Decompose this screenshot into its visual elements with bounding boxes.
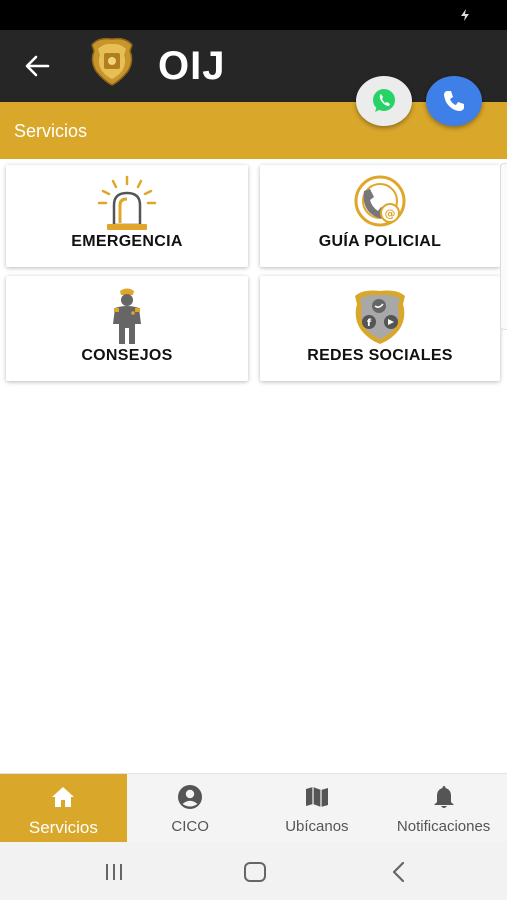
back-button[interactable] (20, 50, 54, 82)
nav-item-servicios[interactable]: Servicios (0, 774, 127, 843)
service-card-guia-policial[interactable]: @ GUÍA POLICIAL (260, 165, 500, 267)
home-square-icon (244, 862, 266, 882)
service-label: CONSEJOS (81, 347, 173, 364)
recent-apps-icon (106, 864, 122, 880)
recent-apps-button[interactable] (99, 859, 129, 885)
svg-text:@: @ (385, 207, 396, 220)
nav-item-notificaciones[interactable]: Notificaciones (380, 774, 507, 843)
bottom-navigation: Servicios CICO Ubícanos Notificaciones (0, 773, 507, 843)
back-system-button[interactable] (384, 859, 414, 885)
nav-label: Ubícanos (285, 818, 349, 835)
home-icon (52, 787, 75, 807)
charging-icon (461, 9, 469, 21)
phone-contact-icon: @ (354, 175, 406, 227)
service-card-emergencia[interactable]: EMERGENCIA (6, 165, 248, 267)
whatsapp-button[interactable] (356, 76, 412, 126)
service-label: EMERGENCIA (71, 233, 183, 250)
arrow-left-icon (25, 55, 50, 77)
svg-text:f: f (367, 318, 372, 329)
service-label: REDES SOCIALES (307, 347, 453, 364)
bell-icon (433, 786, 454, 808)
system-navigation-bar (0, 842, 507, 900)
service-card-redes-sociales[interactable]: f REDES SOCIALES (260, 276, 500, 381)
scroll-indicator[interactable] (500, 163, 507, 330)
status-bar (0, 0, 507, 30)
home-system-button[interactable] (240, 859, 270, 885)
officer-icon (113, 288, 141, 344)
nav-label: Servicios (28, 818, 98, 837)
whatsapp-icon (373, 89, 395, 112)
service-label: GUÍA POLICIAL (318, 233, 442, 250)
account-circle-icon (178, 785, 203, 809)
siren-icon (97, 175, 157, 230)
nav-label: CICO (171, 818, 209, 835)
chevron-left-icon (392, 861, 405, 883)
phone-icon (444, 91, 464, 111)
call-button[interactable] (426, 76, 482, 126)
section-title: Servicios (14, 121, 88, 141)
nav-label: Notificaciones (396, 818, 491, 835)
nav-item-cico[interactable]: CICO (127, 774, 254, 843)
oij-badge-logo (91, 37, 133, 86)
service-card-consejos[interactable]: CONSEJOS (6, 276, 248, 381)
social-badge-icon: f (355, 290, 405, 344)
map-icon (305, 787, 328, 807)
app-title: OIJ (158, 44, 226, 88)
nav-item-ubicanos[interactable]: Ubícanos (254, 774, 381, 843)
